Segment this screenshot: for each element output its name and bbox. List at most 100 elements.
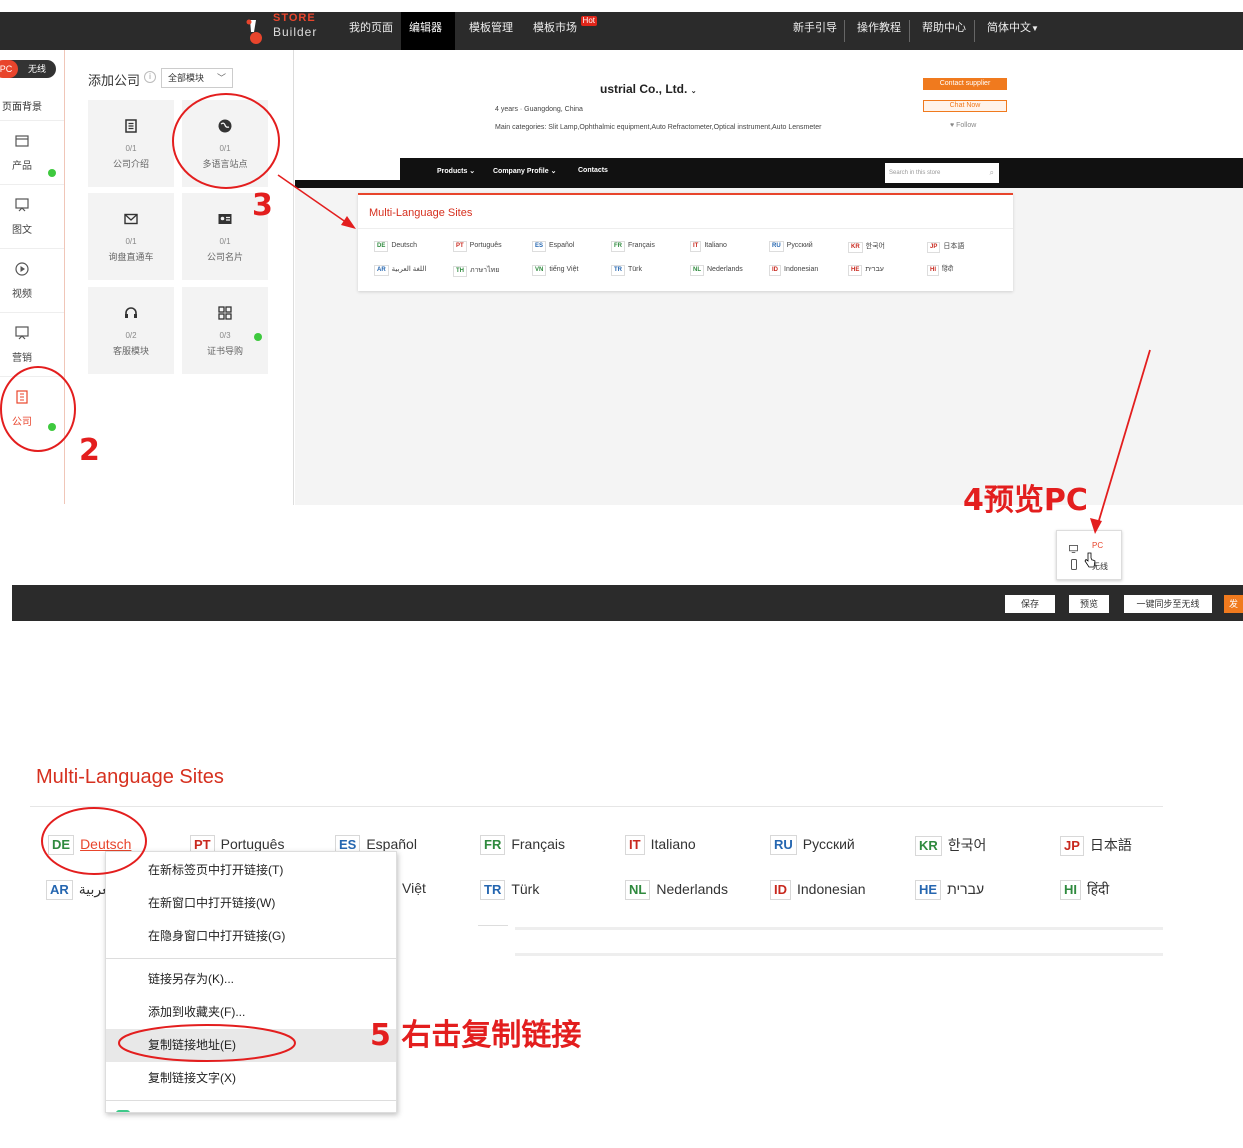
sidebar-item-product[interactable]: 产品 <box>0 120 64 182</box>
store-builder-logo[interactable]: STORE Builder <box>240 12 330 50</box>
language-code: NL <box>690 265 704 276</box>
preview-option-pc[interactable]: PC <box>1092 541 1103 550</box>
zoom-language-link-id[interactable]: ID Indonesian <box>770 880 866 900</box>
language-code: RU <box>770 835 797 855</box>
ctx-add-to-favorites[interactable]: 添加到收藏夹(F)... <box>106 996 396 1029</box>
language-code: HI <box>927 265 939 276</box>
language-name: Português <box>220 836 285 852</box>
module-card-inquiry[interactable]: 0/1 询盘直通车 <box>88 193 174 280</box>
info-icon[interactable]: i <box>144 71 156 83</box>
annotation-step-2: 2 <box>79 433 100 468</box>
language-code: TR <box>611 265 625 276</box>
contact-supplier-button[interactable]: Contact supplier <box>923 78 1007 90</box>
sidebar-item-video[interactable]: 视频 <box>0 248 64 310</box>
nav-template-market[interactable]: 模板市场 Hot <box>525 12 597 50</box>
sidebar-item-marketing[interactable]: 营销 <box>0 312 64 374</box>
zoom-language-link-it[interactable]: IT Italiano <box>625 835 696 855</box>
ctx-open-new-tab[interactable]: 在新标签页中打开链接(T) <box>106 854 396 887</box>
shop-nav-products[interactable]: Products ⌄ <box>437 167 475 175</box>
language-name: اللغة العربية <box>391 266 427 273</box>
save-button[interactable]: 保存 <box>1005 595 1055 613</box>
building-icon <box>16 390 28 404</box>
nav-my-pages[interactable]: 我的页面 <box>341 12 401 50</box>
toggle-wireless[interactable]: 无线 <box>28 60 46 78</box>
language-link-hi[interactable]: HI हिंदी <box>927 265 953 276</box>
module-card-customer-service[interactable]: 0/2 客服模块 <box>88 287 174 374</box>
shop-name[interactable]: ustrial Co., Ltd. ⌄ <box>600 82 697 96</box>
chat-now-button[interactable]: Chat Now <box>923 100 1007 112</box>
zoom-language-link-vn[interactable]: Việt <box>402 880 426 896</box>
language-name: हिंदी <box>1087 881 1110 897</box>
zoom-language-link-fr[interactable]: FR Français <box>480 835 565 855</box>
zoom-language-link-he[interactable]: HE עברית <box>915 880 984 900</box>
nav-language-select[interactable]: 简体中文▼ <box>979 12 1047 50</box>
language-link-id[interactable]: ID Indonesian <box>769 265 818 276</box>
zoom-language-link-hi[interactable]: HI हिंदी <box>1060 880 1109 900</box>
nav-guide[interactable]: 新手引导 <box>785 12 845 50</box>
module-card-multilanguage[interactable]: 0/1 多语言站点 <box>182 100 268 187</box>
language-code: ES <box>532 241 547 252</box>
module-filter-select[interactable]: 全部模块 ﹀ <box>161 68 233 88</box>
language-link-he[interactable]: HE עברית <box>848 265 884 276</box>
search-placeholder: Search in this store <box>889 170 941 176</box>
toggle-pc[interactable]: PC <box>0 60 18 78</box>
sidebar-item-label: 产品 <box>12 161 32 172</box>
sidebar-item-company[interactable]: 公司 <box>0 376 64 438</box>
language-link-es[interactable]: ES Español <box>532 241 574 252</box>
language-link-pt[interactable]: PT Português <box>453 241 502 252</box>
language-link-ar[interactable]: AR اللغة العربية <box>374 265 426 276</box>
language-link-jp[interactable]: JP 日本語 <box>927 241 964 253</box>
language-link-tr[interactable]: TR Türk <box>611 265 642 276</box>
language-link-ru[interactable]: RU Русский <box>769 241 813 252</box>
language-link-vn[interactable]: VN tiếng Việt <box>532 265 578 276</box>
ctx-save-link-as[interactable]: 链接另存为(K)... <box>106 963 396 996</box>
zoom-language-link-ru[interactable]: RU Русский <box>770 835 855 855</box>
language-link-kr[interactable]: KR 한국어 <box>848 241 885 253</box>
sync-wireless-button[interactable]: 一键同步至无线 <box>1124 595 1212 613</box>
zoom-language-link-nl[interactable]: NL Nederlands <box>625 880 728 900</box>
publish-button[interactable]: 发 <box>1224 595 1243 613</box>
shop-search-input[interactable]: Search in this store ⌕ <box>885 163 999 183</box>
shop-nav-home[interactable]: Ho <box>391 175 399 181</box>
module-card-company-intro[interactable]: 0/1 公司介绍 <box>88 100 174 187</box>
nav-help[interactable]: 帮助中心 <box>914 12 974 50</box>
card-icon <box>218 214 232 224</box>
ctx-separator <box>106 958 396 959</box>
divider <box>358 228 1013 229</box>
language-code: PT <box>453 241 467 252</box>
language-link-de[interactable]: DE Deutsch <box>374 241 417 252</box>
ctx-copy-link-text[interactable]: 复制链接文字(X) <box>106 1062 396 1095</box>
module-count: 0/1 <box>125 237 137 246</box>
sidebar-item-image-text[interactable]: 图文 <box>0 184 64 246</box>
shop-nav-contacts[interactable]: Contacts <box>578 167 608 174</box>
shop-nav-gap <box>295 158 400 180</box>
divider <box>478 925 508 926</box>
module-count: 0/1 <box>125 144 137 153</box>
nav-tutorial[interactable]: 操作教程 <box>849 12 909 50</box>
annotation-step-5: 5 右击复制链接 <box>370 1018 582 1053</box>
sidebar-item-page-background[interactable]: 页面背景 <box>2 98 42 113</box>
editor-sidebar: PC 无线 页面背景 产品 图文 视频 营销 公司 <box>0 50 65 504</box>
ctx-open-incognito[interactable]: 在隐身窗口中打开链接(G) <box>106 920 396 953</box>
language-link-th[interactable]: TH ภาษาไทย <box>453 265 499 277</box>
language-name: Italiano <box>650 836 696 852</box>
zoom-language-link-kr[interactable]: KR 한국어 <box>915 835 986 856</box>
zoom-language-link-jp[interactable]: JP 日本語 <box>1060 835 1132 856</box>
preview-button[interactable]: 预览 <box>1069 595 1109 613</box>
language-link-nl[interactable]: NL Nederlands <box>690 265 743 276</box>
ctx-copy-link-address[interactable]: 复制链接地址(E) <box>106 1029 396 1062</box>
shop-nav-company-profile[interactable]: Company Profile ⌄ <box>493 167 556 175</box>
nav-editor[interactable]: 编辑器 <box>401 12 455 50</box>
language-code: AR <box>46 880 73 900</box>
pc-wireless-toggle[interactable]: PC 无线 <box>0 60 56 78</box>
language-link-it[interactable]: IT Italiano <box>690 241 727 252</box>
follow-button[interactable]: ♥ Follow <box>950 122 976 129</box>
language-link-fr[interactable]: FR Français <box>611 241 655 252</box>
ctx-open-new-window[interactable]: 在新窗口中打开链接(W) <box>106 887 396 920</box>
language-name: עברית <box>865 266 884 273</box>
zoom-language-link-tr[interactable]: TR Türk <box>480 880 539 900</box>
module-card-certificate[interactable]: 0/3 证书导购 <box>182 287 268 374</box>
nav-template-manage[interactable]: 模板管理 <box>461 12 521 50</box>
nav-divider <box>909 20 910 42</box>
module-name: 客服模块 <box>112 346 149 356</box>
